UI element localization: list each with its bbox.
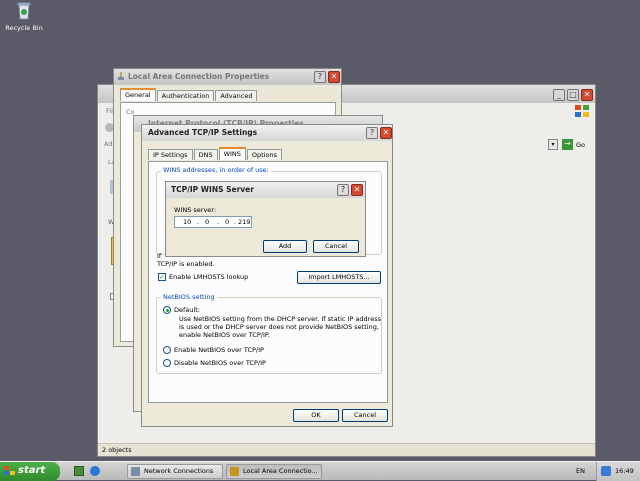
ip-dot-1: . (197, 218, 200, 226)
tab-general[interactable]: General (120, 88, 156, 101)
tab-dns[interactable]: DNS (193, 149, 218, 160)
taskbar-item-label-1: Network Connections (144, 467, 214, 475)
recycle-bin[interactable]: Recycle Bin (4, 2, 44, 34)
tab-ip-settings[interactable]: IP Settings (148, 149, 193, 160)
taskbar: start Network Connections Local Area Con… (0, 461, 640, 481)
xp-logo (574, 104, 590, 118)
wins-dialog-close-button[interactable]: ✕ (351, 184, 363, 196)
explorer-minimize-button[interactable]: _ (553, 89, 565, 101)
wins-dialog-titlebar[interactable]: TCP/IP WINS Server (166, 182, 365, 198)
ip-octet-1: 10 (183, 218, 192, 226)
lac-titlebar[interactable]: Local Area Connection Properties (114, 69, 341, 85)
advanced-help-button[interactable]: ? (366, 127, 378, 139)
advanced-title: Advanced TCP/IP Settings (148, 128, 258, 137)
netbios-group-label: NetBIOS setting (161, 293, 217, 301)
go-label[interactable]: Go (576, 141, 585, 149)
default-desc-line-3: enable NetBIOS over TCP/IP. (179, 331, 270, 339)
enable-lmhosts-checkbox[interactable]: ✓ (158, 273, 166, 281)
import-lmhosts-button[interactable]: Import LMHOSTS... (297, 271, 381, 284)
explorer-maximize-button[interactable]: □ (567, 89, 579, 101)
wins-dialog-title: TCP/IP WINS Server (171, 185, 254, 194)
ip-octet-2: 0 (205, 218, 210, 226)
wins-addresses-label: WINS addresses, in order of use: (161, 166, 271, 174)
disable-netbios-radio[interactable] (163, 359, 171, 367)
lmhosts-info-2: TCP/IP is enabled. (157, 260, 215, 268)
tab-advanced[interactable]: Advanced (215, 90, 258, 101)
ip-octet-3: 0 (225, 218, 230, 226)
taskbar-item-network-connections[interactable]: Network Connections (127, 464, 223, 479)
default-desc-line-2: is used or the DHCP server does not prov… (179, 323, 379, 331)
start-label: start (18, 465, 46, 476)
quicklaunch-desktop-icon[interactable] (74, 466, 84, 476)
taskbar-item-label-2: Local Area Connectio... (243, 467, 318, 475)
ip-dot-2: . (217, 218, 220, 226)
tab-authentication[interactable]: Authentication (156, 90, 215, 101)
lac-title: Local Area Connection Properties (128, 72, 270, 81)
tab-options[interactable]: Options (246, 149, 283, 160)
advanced-cancel-button[interactable]: Cancel (342, 409, 388, 422)
language-indicator[interactable]: EN (576, 467, 585, 475)
clock: 16:49 (615, 467, 634, 475)
ip-dot-3: . (234, 218, 237, 226)
quicklaunch-ie-icon[interactable] (90, 466, 100, 476)
address-dropdown-button[interactable]: ▾ (548, 139, 558, 150)
explorer-close-button[interactable]: ✕ (581, 89, 593, 101)
enable-netbios-label[interactable]: Enable NetBIOS over TCP/IP (174, 346, 264, 354)
enable-lmhosts-label[interactable]: Enable LMHOSTS lookup (169, 273, 248, 281)
wins-server-label: WINS server: (174, 206, 217, 214)
go-icon[interactable]: → (562, 139, 573, 150)
start-button[interactable]: start (0, 462, 60, 481)
taskbar-item-local-area-connection[interactable]: Local Area Connectio... (226, 464, 322, 479)
status-text: 2 objects (102, 446, 132, 454)
advanced-ok-button[interactable]: OK (293, 409, 339, 422)
lac-close-button[interactable]: ✕ (328, 71, 340, 83)
disable-netbios-label[interactable]: Disable NetBIOS over TCP/IP (174, 359, 266, 367)
recycle-bin-label: Recycle Bin (5, 24, 43, 32)
advanced-titlebar[interactable]: Advanced TCP/IP Settings (142, 125, 392, 141)
tab-wins[interactable]: WINS (218, 147, 246, 160)
ip-octet-4: 219 (238, 218, 251, 226)
default-desc-line-1: Use NetBIOS setting from the DHCP server… (179, 315, 381, 323)
explorer-menu-file[interactable]: Fil (106, 107, 113, 115)
wins-ip-input[interactable]: 10 . 0 . 0 . 219 (174, 216, 252, 228)
system-tray: 16:49 (596, 462, 640, 481)
advanced-tcpip-window: Advanced TCP/IP Settings ? ✕ IP Settings… (141, 124, 393, 427)
lmhosts-info-1: If (157, 252, 162, 260)
enable-netbios-radio[interactable] (163, 346, 171, 354)
lac-help-button[interactable]: ? (314, 71, 326, 83)
recycle-bin-icon (16, 2, 32, 20)
network-tray-icon[interactable] (601, 466, 611, 476)
wins-cancel-button[interactable]: Cancel (313, 240, 359, 253)
local-area-connection-icon (230, 467, 239, 476)
wins-add-button[interactable]: Add (263, 240, 307, 253)
advanced-close-button[interactable]: ✕ (380, 127, 392, 139)
windows-flag-icon (4, 466, 15, 476)
connection-icon (117, 72, 125, 81)
default-radio[interactable] (163, 306, 171, 314)
network-connections-icon (131, 467, 140, 476)
wins-server-dialog: TCP/IP WINS Server ? ✕ WINS server: 10 .… (165, 181, 366, 257)
explorer-status-bar: 2 objects (98, 443, 595, 456)
default-label[interactable]: Default: (174, 306, 200, 314)
wins-dialog-help-button[interactable]: ? (337, 184, 349, 196)
